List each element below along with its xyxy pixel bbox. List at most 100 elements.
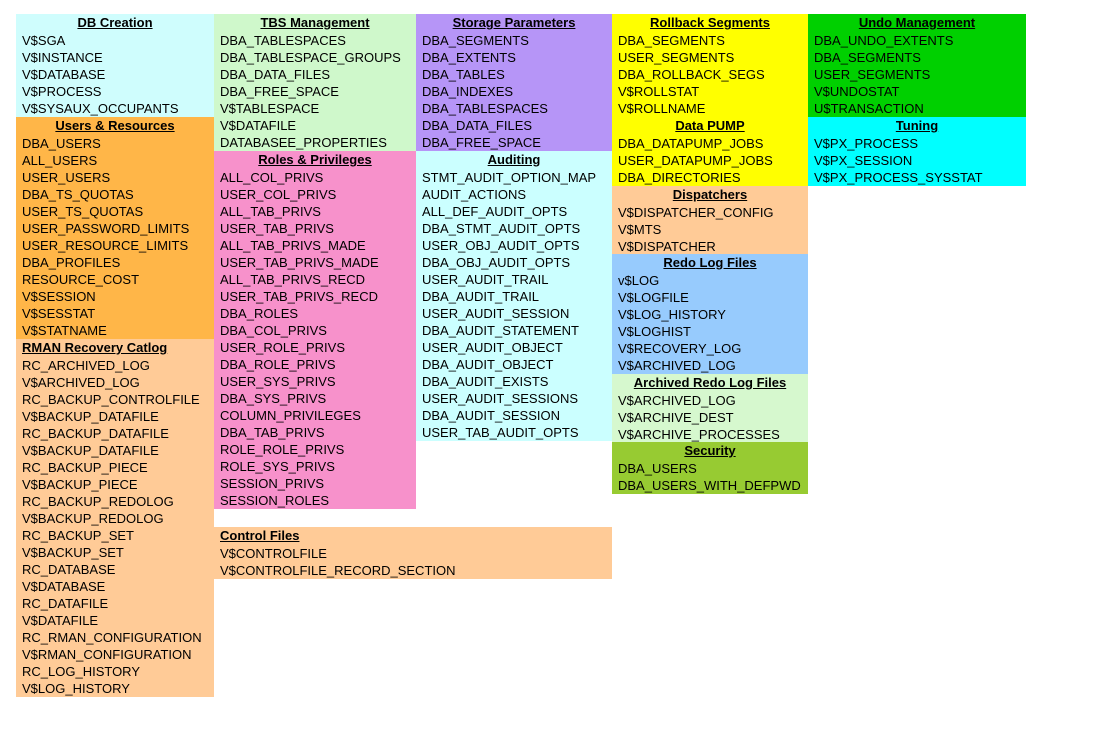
list-item: DBA_SEGMENTS xyxy=(422,32,606,49)
list-item: DBA_FREE_SPACE xyxy=(422,134,606,151)
list-item: RC_DATABASE xyxy=(22,561,208,578)
list-item: V$PX_PROCESS xyxy=(814,135,1020,152)
list-item: ROLE_SYS_PRIVS xyxy=(220,458,410,475)
list-item: V$SGA xyxy=(22,32,208,49)
list-item: DATABASEE_PROPERTIES xyxy=(220,134,410,151)
section-header: Auditing xyxy=(422,151,606,169)
list-item: V$CONTROLFILE_RECORD_SECTION xyxy=(220,562,606,579)
section-auditing: AuditingSTMT_AUDIT_OPTION_MAPAUDIT_ACTIO… xyxy=(416,151,612,441)
list-item: DBA_SYS_PRIVS xyxy=(220,390,410,407)
list-item: V$CONTROLFILE xyxy=(220,545,606,562)
list-item: USER_TAB_PRIVS xyxy=(220,220,410,237)
list-item: DBA_INDEXES xyxy=(422,83,606,100)
list-item: USER_AUDIT_OBJECT xyxy=(422,339,606,356)
section-tbs-management: TBS ManagementDBA_TABLESPACESDBA_TABLESP… xyxy=(214,14,416,151)
list-item: USER_TAB_PRIVS_MADE xyxy=(220,254,410,271)
section-db-creation: DB CreationV$SGAV$INSTANCEV$DATABASEV$PR… xyxy=(16,14,214,117)
list-item: V$DISPATCHER xyxy=(618,238,802,255)
list-item: DBA_COL_PRIVS xyxy=(220,322,410,339)
list-item: RC_RMAN_CONFIGURATION xyxy=(22,629,208,646)
list-item: V$RECOVERY_LOG xyxy=(618,340,802,357)
list-item: V$TABLESPACE xyxy=(220,100,410,117)
section-control-files: Control FilesV$CONTROLFILEV$CONTROLFILE_… xyxy=(214,527,612,579)
section-header: Tuning xyxy=(814,117,1020,135)
list-item: V$PX_PROCESS_SYSSTAT xyxy=(814,169,1020,186)
list-item: V$ARCHIVED_LOG xyxy=(618,392,802,409)
list-item: V$RMAN_CONFIGURATION xyxy=(22,646,208,663)
section-header: RMAN Recovery Catlog xyxy=(22,339,208,357)
list-item: USER_SEGMENTS xyxy=(618,49,802,66)
list-item: V$SESSTAT xyxy=(22,305,208,322)
list-item: USER_TAB_PRIVS_RECD xyxy=(220,288,410,305)
list-item: U$TRANSACTION xyxy=(814,100,1020,117)
section-header: Roles & Privileges xyxy=(220,151,410,169)
list-item: DBA_STMT_AUDIT_OPTS xyxy=(422,220,606,237)
list-item: USER_SYS_PRIVS xyxy=(220,373,410,390)
list-item: DBA_USERS_WITH_DEFPWD xyxy=(618,477,802,494)
list-item: DBA_OBJ_AUDIT_OPTS xyxy=(422,254,606,271)
list-item: DBA_PROFILES xyxy=(22,254,208,271)
section-header: Archived Redo Log Files xyxy=(618,374,802,392)
list-item: DBA_DIRECTORIES xyxy=(618,169,802,186)
list-item: USER_RESOURCE_LIMITS xyxy=(22,237,208,254)
section-dispatchers: DispatchersV$DISPATCHER_CONFIGV$MTSV$DIS… xyxy=(612,186,808,255)
section-header: TBS Management xyxy=(220,14,410,32)
list-item: ALL_TAB_PRIVS_RECD xyxy=(220,271,410,288)
list-item: V$LOGHIST xyxy=(618,323,802,340)
list-item: V$ROLLSTAT xyxy=(618,83,802,100)
section-tuning: TuningV$PX_PROCESSV$PX_SESSIONV$PX_PROCE… xyxy=(808,117,1026,186)
section-header: Storage Parameters xyxy=(422,14,606,32)
section-header: Redo Log Files xyxy=(618,254,802,272)
list-item: V$ARCHIVED_LOG xyxy=(22,374,208,391)
list-item: USER_SEGMENTS xyxy=(814,66,1020,83)
list-item: DBA_ROLLBACK_SEGS xyxy=(618,66,802,83)
list-item: RC_BACKUP_DATAFILE xyxy=(22,425,208,442)
list-item: V$BACKUP_DATAFILE xyxy=(22,408,208,425)
list-item: DBA_AUDIT_STATEMENT xyxy=(422,322,606,339)
list-item: DBA_USERS xyxy=(22,135,208,152)
list-item: DBA_ROLE_PRIVS xyxy=(220,356,410,373)
list-item: USER_TAB_AUDIT_OPTS xyxy=(422,424,606,441)
section-undo-management: Undo ManagementDBA_UNDO_EXTENTSDBA_SEGME… xyxy=(808,14,1026,117)
list-item: ALL_DEF_AUDIT_OPTS xyxy=(422,203,606,220)
list-item: V$PROCESS xyxy=(22,83,208,100)
section-header: Undo Management xyxy=(814,14,1020,32)
list-item: DBA_TS_QUOTAS xyxy=(22,186,208,203)
list-item: V$DATAFILE xyxy=(22,612,208,629)
section-security: SecurityDBA_USERSDBA_USERS_WITH_DEFPWD xyxy=(612,442,808,494)
list-item: V$STATNAME xyxy=(22,322,208,339)
list-item: USER_TS_QUOTAS xyxy=(22,203,208,220)
list-item: ALL_USERS xyxy=(22,152,208,169)
list-item: DBA_DATA_FILES xyxy=(220,66,410,83)
list-item: DBA_TAB_PRIVS xyxy=(220,424,410,441)
list-item: COLUMN_PRIVILEGES xyxy=(220,407,410,424)
list-item: V$DISPATCHER_CONFIG xyxy=(618,204,802,221)
list-item: V$DATABASE xyxy=(22,66,208,83)
list-item: USER_AUDIT_TRAIL xyxy=(422,271,606,288)
list-item: DBA_AUDIT_OBJECT xyxy=(422,356,606,373)
list-item: ROLE_ROLE_PRIVS xyxy=(220,441,410,458)
list-item: RC_ARCHIVED_LOG xyxy=(22,357,208,374)
list-item: DBA_FREE_SPACE xyxy=(220,83,410,100)
list-item: DBA_AUDIT_TRAIL xyxy=(422,288,606,305)
list-item: DBA_AUDIT_SESSION xyxy=(422,407,606,424)
list-item: V$BACKUP_DATAFILE xyxy=(22,442,208,459)
list-item: V$DATAFILE xyxy=(220,117,410,134)
list-item: DBA_AUDIT_EXISTS xyxy=(422,373,606,390)
list-item: V$LOG_HISTORY xyxy=(618,306,802,323)
list-item: V$DATABASE xyxy=(22,578,208,595)
section-storage-parameters: Storage ParametersDBA_SEGMENTSDBA_EXTENT… xyxy=(416,14,612,151)
section-header: Control Files xyxy=(220,527,606,545)
list-item: STMT_AUDIT_OPTION_MAP xyxy=(422,169,606,186)
list-item: DBA_TABLESPACES xyxy=(220,32,410,49)
section-rollback-segments: Rollback SegmentsDBA_SEGMENTSUSER_SEGMEN… xyxy=(612,14,808,117)
section-roles-privileges: Roles & PrivilegesALL_COL_PRIVSUSER_COL_… xyxy=(214,151,416,509)
list-item: RC_DATAFILE xyxy=(22,595,208,612)
list-item: AUDIT_ACTIONS xyxy=(422,186,606,203)
list-item: RC_BACKUP_REDOLOG xyxy=(22,493,208,510)
section-redo-log-files: Redo Log Filesv$LOGV$LOGFILEV$LOG_HISTOR… xyxy=(612,254,808,374)
list-item: V$ARCHIVE_DEST xyxy=(618,409,802,426)
list-item: RC_BACKUP_SET xyxy=(22,527,208,544)
list-item: USER_PASSWORD_LIMITS xyxy=(22,220,208,237)
list-item: v$LOG xyxy=(618,272,802,289)
